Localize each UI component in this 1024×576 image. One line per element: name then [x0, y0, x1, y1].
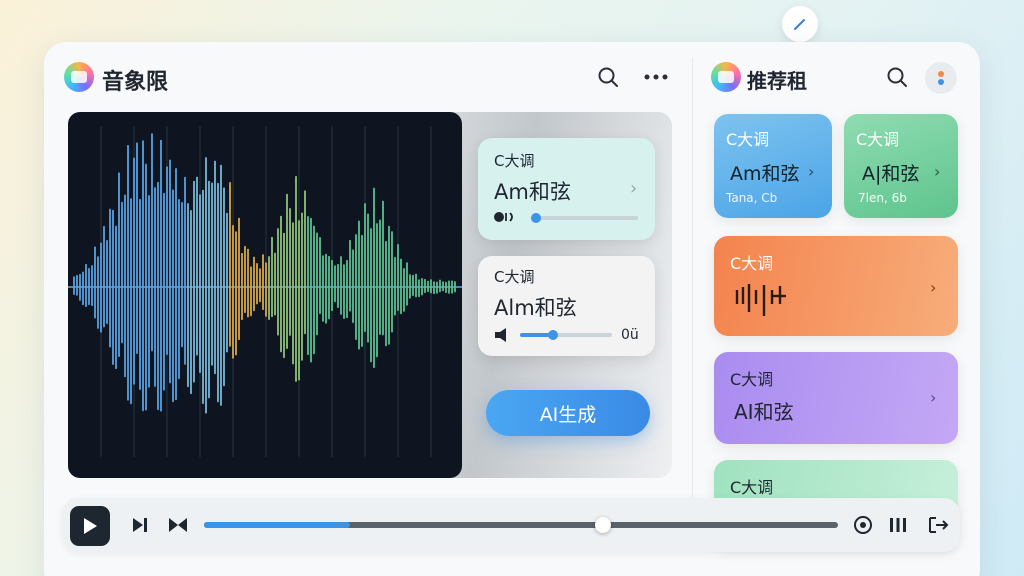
search-button[interactable]: [594, 63, 622, 91]
rec-card-1[interactable]: C大调 Am和弦 › Tana, Cb: [714, 114, 832, 218]
left-panel-title: 音象限: [102, 70, 169, 95]
edit-fab-button[interactable]: [782, 6, 818, 42]
pencil-icon: [794, 19, 805, 30]
rec-key: C大调: [730, 254, 774, 273]
rec-search-button[interactable]: [883, 63, 911, 91]
chord-name: Alm和弦: [494, 296, 577, 320]
audio-icon: [494, 212, 513, 222]
chevron-right-icon: ›: [630, 178, 638, 199]
chevron-right-icon: ›: [930, 278, 937, 297]
progress-buffered: [204, 522, 350, 528]
search-icon: [598, 67, 618, 87]
loop-button[interactable]: [849, 511, 877, 539]
swap-button[interactable]: [164, 511, 192, 539]
bowtie-icon: [169, 518, 187, 532]
app-logo-icon: [64, 62, 94, 92]
chord-card-1[interactable]: C大调 Am和弦 ›: [478, 138, 655, 240]
chord-2-progress-thumb[interactable]: [548, 330, 558, 340]
rec-key: C大调: [726, 130, 770, 149]
chord-2-time: 0ü: [621, 327, 639, 343]
chord-key: C大调: [494, 268, 535, 286]
chord-1-progress-thumb[interactable]: [531, 213, 541, 223]
progress-track[interactable]: [204, 517, 838, 533]
chevron-right-icon: ›: [930, 388, 937, 407]
chord-2-progress-fill: [520, 333, 550, 337]
exit-icon: [929, 517, 949, 533]
rec-name: AI和弦: [734, 400, 794, 424]
rec-card-4[interactable]: C大调 AI和弦 ›: [714, 352, 958, 444]
play-icon: [84, 518, 97, 534]
chevron-right-icon: ›: [808, 162, 815, 181]
panel-divider: [692, 58, 693, 528]
right-panel-title: 推荐租: [747, 69, 807, 93]
rec-card-2[interactable]: C大调 A|和弦 › 7len, 6b: [844, 114, 958, 218]
chord-key: C大调: [494, 152, 535, 170]
ai-generate-button[interactable]: AI生成: [486, 390, 650, 436]
rec-card-3[interactable]: C大调 ›: [714, 236, 958, 336]
rec-name: A|和弦: [862, 163, 920, 185]
equalizer-icon: [890, 518, 906, 532]
rec-key: C大调: [856, 130, 900, 149]
chord-name: Am和弦: [494, 180, 571, 204]
rec-sub: Tana, Cb: [726, 191, 778, 205]
loop-icon: [854, 516, 872, 534]
avatar-icon: [938, 71, 944, 85]
more-dots-icon: [644, 74, 668, 80]
search-icon: [887, 67, 907, 87]
more-button[interactable]: [642, 63, 670, 91]
chord-1-progress-track[interactable]: [534, 216, 638, 220]
waveform-graphic: [68, 126, 462, 457]
rec-logo-icon: [711, 62, 741, 92]
play-button[interactable]: [70, 506, 110, 546]
chord-diagram-icon: [735, 284, 786, 316]
rec-key: C大调: [730, 370, 774, 389]
chevron-right-icon: ›: [934, 162, 941, 181]
avatar[interactable]: [925, 62, 957, 94]
chord-card-2[interactable]: C大调 Alm和弦 0ü: [478, 256, 655, 356]
exit-button[interactable]: [924, 511, 952, 539]
rec-sub: 7len, 6b: [858, 191, 907, 205]
equalizer-button[interactable]: [884, 511, 912, 539]
waveform-panel: [68, 112, 462, 478]
next-track-button[interactable]: [126, 511, 154, 539]
rec-name: Am和弦: [730, 163, 800, 185]
progress-thumb[interactable]: [595, 517, 612, 533]
speaker-icon: [495, 328, 506, 342]
skip-next-icon: [133, 518, 147, 532]
rec-key: C大调: [730, 478, 774, 497]
player-bar: [62, 498, 960, 552]
